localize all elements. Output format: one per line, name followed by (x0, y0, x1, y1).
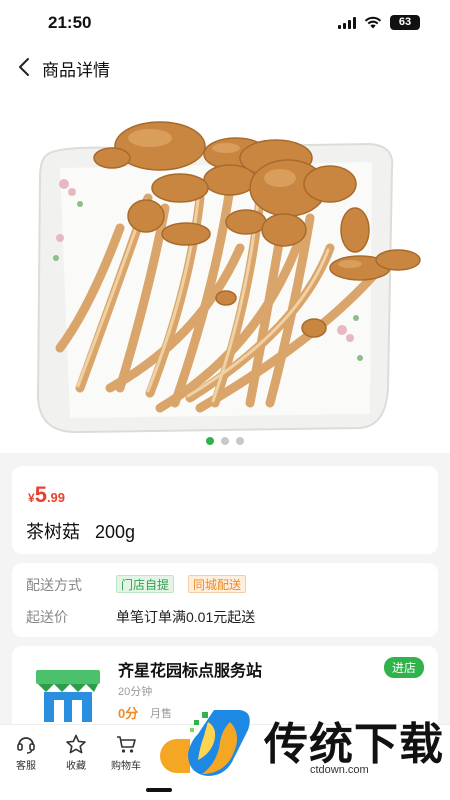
product-name: 茶树菇 200g (26, 522, 136, 542)
watermark-title: 传统下载 (264, 720, 444, 769)
delivery-card: 配送方式 门店自提 同城配送 起送价 单笔订单满0.01元起送 (12, 563, 438, 637)
watermark: 传统下载 ctdown.com (178, 702, 443, 788)
carousel-dot[interactable] (236, 437, 244, 445)
price-decimal: .99 (46, 490, 66, 505)
watermark-url: ctdown.com (310, 764, 369, 776)
signal-icon (338, 16, 356, 29)
cart-button[interactable]: 购物车 (104, 734, 148, 772)
home-indicator (146, 788, 172, 792)
store-fee: 0分 (118, 706, 139, 721)
image-carousel-dots (0, 437, 450, 445)
product-image[interactable] (0, 88, 450, 453)
status-time: 21:50 (48, 13, 92, 32)
store-monthly-sales: 月售 (150, 708, 172, 720)
enter-store-button[interactable]: 进店 (383, 657, 424, 678)
tag-city-delivery: 同城配送 (188, 575, 247, 593)
delivery-method-label: 配送方式 (26, 577, 82, 593)
page-title: 商品详情 (42, 61, 110, 80)
carousel-dot[interactable] (221, 437, 229, 445)
wifi-icon (364, 16, 382, 29)
carousel-dot[interactable] (206, 437, 214, 445)
status-icons: 63 (338, 15, 420, 30)
store-name: 齐星花园标点服务站 (118, 663, 263, 680)
tag-store-pickup: 门店自提 (116, 575, 175, 593)
customer-service-button[interactable]: 客服 (4, 734, 48, 772)
battery-icon: 63 (390, 15, 420, 30)
store-delivery-time: 20分钟 (118, 686, 153, 698)
price-currency: ¥ (28, 491, 35, 505)
price-card: ¥5.99 茶树菇 200g (12, 466, 438, 554)
favorite-button[interactable]: 收藏 (54, 734, 98, 772)
star-icon (66, 734, 86, 754)
mushroom-photo (36, 121, 421, 434)
min-order-value: 单笔订单满0.01元起送 (116, 609, 256, 625)
cart-label: 购物车 (111, 761, 141, 772)
cart-icon (117, 736, 136, 753)
watermark-logo (188, 710, 250, 776)
product-price: ¥5.99 (28, 482, 65, 508)
price-integer: 5 (34, 482, 47, 507)
customer-service-label: 客服 (16, 761, 36, 772)
store-logo (34, 668, 102, 724)
favorite-label: 收藏 (66, 761, 86, 772)
back-icon[interactable] (12, 54, 36, 80)
status-bar: 21:50 63 (0, 0, 450, 46)
headset-icon (17, 737, 35, 754)
min-order-label: 起送价 (26, 609, 68, 625)
nav-bar: 商品详情 (0, 46, 450, 88)
